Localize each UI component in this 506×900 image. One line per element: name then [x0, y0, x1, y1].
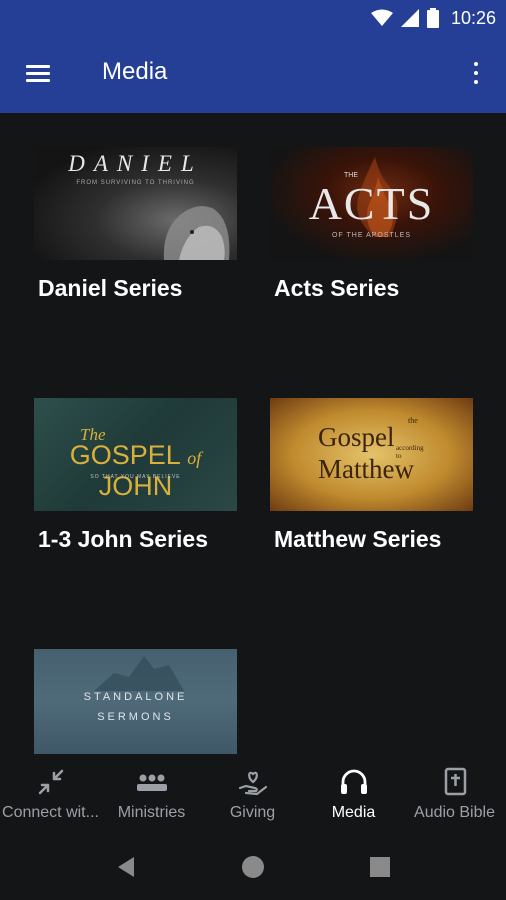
media-card-matthew[interactable]: the Gospel according to Matthew Matthew … [270, 398, 475, 552]
daniel-series-thumbnail[interactable]: DANIEL FROM SURVIVING TO THRIVING [34, 147, 237, 260]
nav-label: Ministries [117, 804, 186, 821]
status-time: 10:26 [450, 7, 496, 28]
nav-label: Connect wit... [2, 804, 99, 821]
thumbnail-text-the: the [408, 416, 418, 425]
john-series-thumbnail[interactable]: The GOSPEL of JOHN SO THAT YOU MAY BELIE… [34, 398, 237, 511]
nav-label: Audio Bible [414, 804, 495, 821]
status-icons: 10:26 [370, 0, 496, 36]
standalone-sermons-thumbnail[interactable]: STANDALONE SERMONS [34, 649, 237, 754]
thumbnail-title: DANIEL [68, 151, 203, 176]
group-icon [136, 774, 167, 791]
nav-ministries[interactable]: Ministries [101, 754, 202, 834]
hand-heart-icon [238, 771, 267, 796]
media-card-john[interactable]: The GOSPEL of JOHN SO THAT YOU MAY BELIE… [34, 398, 239, 552]
recents-icon[interactable] [367, 854, 393, 880]
rock-image [94, 656, 184, 691]
back-icon[interactable] [114, 854, 140, 880]
nav-media[interactable]: Media [303, 754, 404, 834]
more-options-icon[interactable] [466, 58, 486, 90]
media-card-standalone[interactable]: STANDALONE SERMONS [34, 649, 239, 754]
lion-image [163, 206, 230, 260]
media-grid: DANIEL FROM SURVIVING TO THRIVING Daniel… [0, 113, 506, 754]
arrows-in-icon [38, 769, 63, 795]
thumbnail-title-of: of [187, 448, 202, 468]
thumbnail-title-gospel: Gospel [318, 422, 395, 452]
bible-icon [444, 767, 466, 796]
nav-connect[interactable]: Connect wit... [0, 754, 101, 834]
headphones-icon [340, 769, 367, 794]
menu-icon[interactable] [22, 60, 54, 88]
media-card-label[interactable]: Matthew Series [274, 526, 441, 553]
thumbnail-subtitle: SO THAT YOU MAY BELIEVE [90, 474, 181, 480]
signal-icon [400, 9, 419, 27]
thumbnail-title-line1: STANDALONE [83, 691, 188, 703]
thumbnail-title-matthew: Matthew [318, 454, 414, 484]
wifi-icon [370, 9, 393, 26]
acts-series-thumbnail[interactable]: THE ACTS OF THE APOSTLES [270, 147, 473, 260]
page-title: Media [102, 58, 168, 85]
matthew-series-thumbnail[interactable]: the Gospel according to Matthew [270, 398, 473, 511]
home-icon[interactable] [240, 854, 266, 880]
nav-giving[interactable]: Giving [202, 754, 303, 834]
thumbnail-title: ACTS [308, 178, 435, 229]
battery-icon [426, 8, 439, 28]
app-bar: Media [0, 36, 506, 113]
thumbnail-subtitle: FROM SURVIVING TO THRIVING [76, 180, 195, 186]
thumbnail-title: GOSPEL of JOHN [34, 440, 237, 502]
media-card-label[interactable]: Daniel Series [38, 275, 182, 302]
media-card-daniel[interactable]: DANIEL FROM SURVIVING TO THRIVING Daniel… [34, 147, 239, 301]
media-card-label[interactable]: Acts Series [274, 275, 399, 302]
bottom-navigation: Connect wit... Ministries Giving Media A… [0, 754, 506, 834]
nav-audio-bible[interactable]: Audio Bible [404, 754, 505, 834]
media-card-acts[interactable]: THE ACTS OF THE APOSTLES Acts Series [270, 147, 475, 301]
thumbnail-subtitle: OF THE APOSTLES [331, 232, 412, 239]
nav-label: Media [331, 804, 376, 821]
media-card-label[interactable]: 1-3 John Series [38, 526, 208, 553]
thumbnail-title-line2: SERMONS [97, 711, 174, 723]
thumbnail-title-gospel: GOSPEL [69, 440, 180, 470]
system-navigation-bar [0, 834, 506, 900]
status-bar: 10:26 [0, 0, 506, 36]
nav-label: Giving [229, 804, 276, 821]
